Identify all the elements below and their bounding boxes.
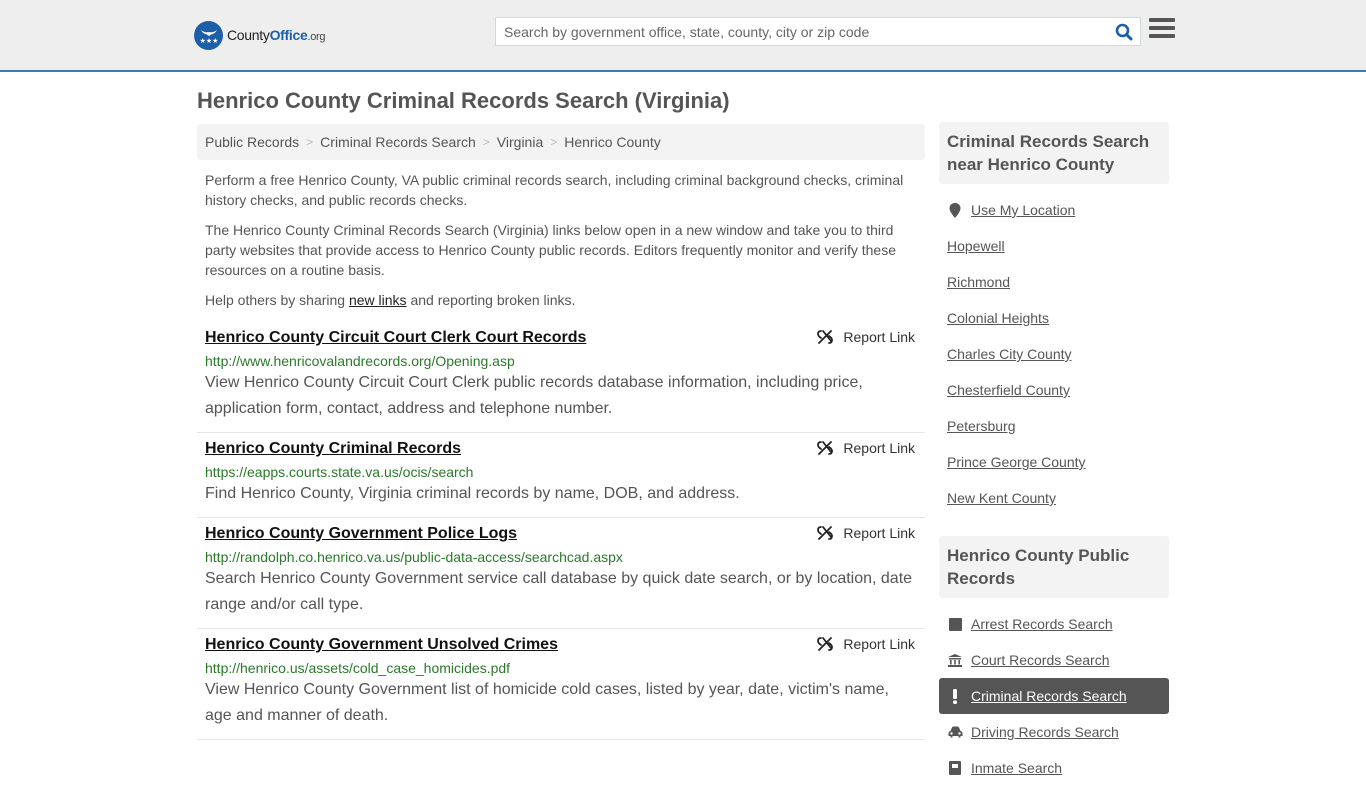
nearby-item: New Kent County: [939, 480, 1169, 516]
nearby-item: Chesterfield County: [939, 372, 1169, 408]
breadcrumb-virginia[interactable]: Virginia: [497, 134, 543, 150]
broken-link-icon: [817, 441, 834, 455]
nearby-list: Use My Location Hopewell Richmond Coloni…: [939, 192, 1169, 516]
search-icon: [1115, 23, 1133, 40]
record-description: Find Henrico County, Virginia criminal r…: [205, 485, 740, 502]
square-icon: [947, 617, 963, 631]
inmate-search-link[interactable]: Inmate Search: [971, 760, 1062, 776]
record-item: Henrico County Criminal Records Report L…: [197, 433, 925, 518]
nearby-link-chesterfield-county[interactable]: Chesterfield County: [947, 382, 1070, 398]
record-url: http://www.henricovalandrecords.org/Open…: [205, 353, 515, 369]
record-description: View Henrico County Circuit Court Clerk …: [205, 374, 863, 417]
site-logo[interactable]: ★★★ CountyOffice.org: [194, 20, 326, 50]
record-item: Henrico County Government Unsolved Crime…: [197, 629, 925, 740]
logo-wordmark: CountyOffice.org: [227, 27, 326, 43]
breadcrumb-henrico-county[interactable]: Henrico County: [564, 134, 661, 150]
arrest-records-search-link[interactable]: Arrest Records Search: [971, 616, 1113, 632]
use-my-location-item: Use My Location: [939, 192, 1169, 228]
nearby-item: Petersburg: [939, 408, 1169, 444]
record-url: http://randolph.co.henrico.va.us/public-…: [205, 549, 623, 565]
nearby-link-richmond[interactable]: Richmond: [947, 274, 1010, 290]
hamburger-menu-button[interactable]: [1149, 18, 1175, 42]
driving-records-search-link[interactable]: Driving Records Search: [971, 724, 1119, 740]
broken-link-icon: [817, 526, 834, 540]
nearby-link-new-kent-county[interactable]: New Kent County: [947, 490, 1056, 506]
inmate-icon: [947, 761, 963, 775]
main-content: Public Records > Criminal Records Search…: [197, 124, 925, 740]
record-title-link[interactable]: Henrico County Circuit Court Clerk Court…: [205, 328, 586, 348]
search-input[interactable]: [496, 18, 1108, 45]
nearby-item: Richmond: [939, 264, 1169, 300]
breadcrumb-separator: >: [550, 135, 558, 149]
broken-link-icon: [817, 637, 834, 651]
intro-paragraph: The Henrico County Criminal Records Sear…: [205, 222, 896, 278]
public-record-item: Inmate Search: [939, 750, 1169, 786]
intro-paragraph: Perform a free Henrico County, VA public…: [205, 172, 904, 208]
records-list: Henrico County Circuit Court Clerk Court…: [197, 322, 925, 740]
nearby-item: Charles City County: [939, 336, 1169, 372]
public-record-item: Arrest Records Search: [939, 606, 1169, 642]
public-record-item-active: Criminal Records Search: [939, 678, 1169, 714]
breadcrumb-separator: >: [306, 135, 314, 149]
nearby-item: Colonial Heights: [939, 300, 1169, 336]
record-title-link[interactable]: Henrico County Criminal Records: [205, 439, 461, 459]
sidebar: Criminal Records Search near Henrico Cou…: [939, 122, 1169, 786]
record-description: Search Henrico County Government service…: [205, 570, 913, 613]
nearby-link-charles-city-county[interactable]: Charles City County: [947, 346, 1072, 362]
record-description: View Henrico County Government list of h…: [205, 681, 889, 724]
nearby-link-petersburg[interactable]: Petersburg: [947, 418, 1015, 434]
car-icon: [947, 726, 963, 738]
help-paragraph: Help others by sharing new links and rep…: [205, 292, 576, 308]
breadcrumb-public-records[interactable]: Public Records: [205, 134, 299, 150]
report-link-button[interactable]: Report Link: [817, 636, 915, 652]
search-button[interactable]: [1108, 18, 1140, 45]
record-url: http://henrico.us/assets/cold_case_homic…: [205, 660, 511, 676]
court-records-search-link[interactable]: Court Records Search: [971, 652, 1110, 668]
nearby-link-hopewell[interactable]: Hopewell: [947, 238, 1005, 254]
public-records-section: Henrico County Public Records Arrest Rec…: [939, 536, 1169, 786]
breadcrumb-separator: >: [482, 135, 490, 149]
use-my-location-link[interactable]: Use My Location: [971, 202, 1075, 218]
site-search: [495, 17, 1141, 46]
eagle-logo-icon: ★★★: [194, 20, 223, 50]
new-links-link[interactable]: new links: [349, 292, 407, 308]
record-item: Henrico County Government Police Logs Re…: [197, 518, 925, 629]
nearby-link-prince-george-county[interactable]: Prince George County: [947, 454, 1086, 470]
hamburger-menu-icon: [1149, 18, 1175, 22]
breadcrumb: Public Records > Criminal Records Search…: [197, 124, 925, 160]
report-link-button[interactable]: Report Link: [817, 525, 915, 541]
broken-link-icon: [817, 330, 834, 344]
svg-text:★★★: ★★★: [199, 37, 218, 45]
record-title-link[interactable]: Henrico County Government Unsolved Crime…: [205, 635, 558, 655]
breadcrumb-criminal-records-search[interactable]: Criminal Records Search: [320, 134, 476, 150]
record-item: Henrico County Circuit Court Clerk Court…: [197, 322, 925, 433]
site-header: ★★★ CountyOffice.org: [0, 0, 1366, 72]
page-title: Henrico County Criminal Records Search (…: [197, 88, 730, 113]
nearby-item: Prince George County: [939, 444, 1169, 480]
nearby-heading: Criminal Records Search near Henrico Cou…: [939, 122, 1169, 184]
public-records-heading: Henrico County Public Records: [939, 536, 1169, 598]
courthouse-icon: [947, 653, 963, 667]
record-url: https://eapps.courts.state.va.us/ocis/se…: [205, 464, 474, 480]
nearby-item: Hopewell: [939, 228, 1169, 264]
public-record-item: Court Records Search: [939, 642, 1169, 678]
public-record-item: Driving Records Search: [939, 714, 1169, 750]
report-link-button[interactable]: Report Link: [817, 329, 915, 345]
record-title-link[interactable]: Henrico County Government Police Logs: [205, 524, 517, 544]
criminal-records-search-link[interactable]: Criminal Records Search: [971, 688, 1127, 704]
intro-text: Perform a free Henrico County, VA public…: [197, 170, 925, 310]
nearby-link-colonial-heights[interactable]: Colonial Heights: [947, 310, 1049, 326]
public-records-list: Arrest Records Search Court Records Sear…: [939, 606, 1169, 786]
exclamation-icon: [947, 688, 963, 704]
report-link-button[interactable]: Report Link: [817, 440, 915, 456]
map-marker-icon: [947, 202, 963, 218]
